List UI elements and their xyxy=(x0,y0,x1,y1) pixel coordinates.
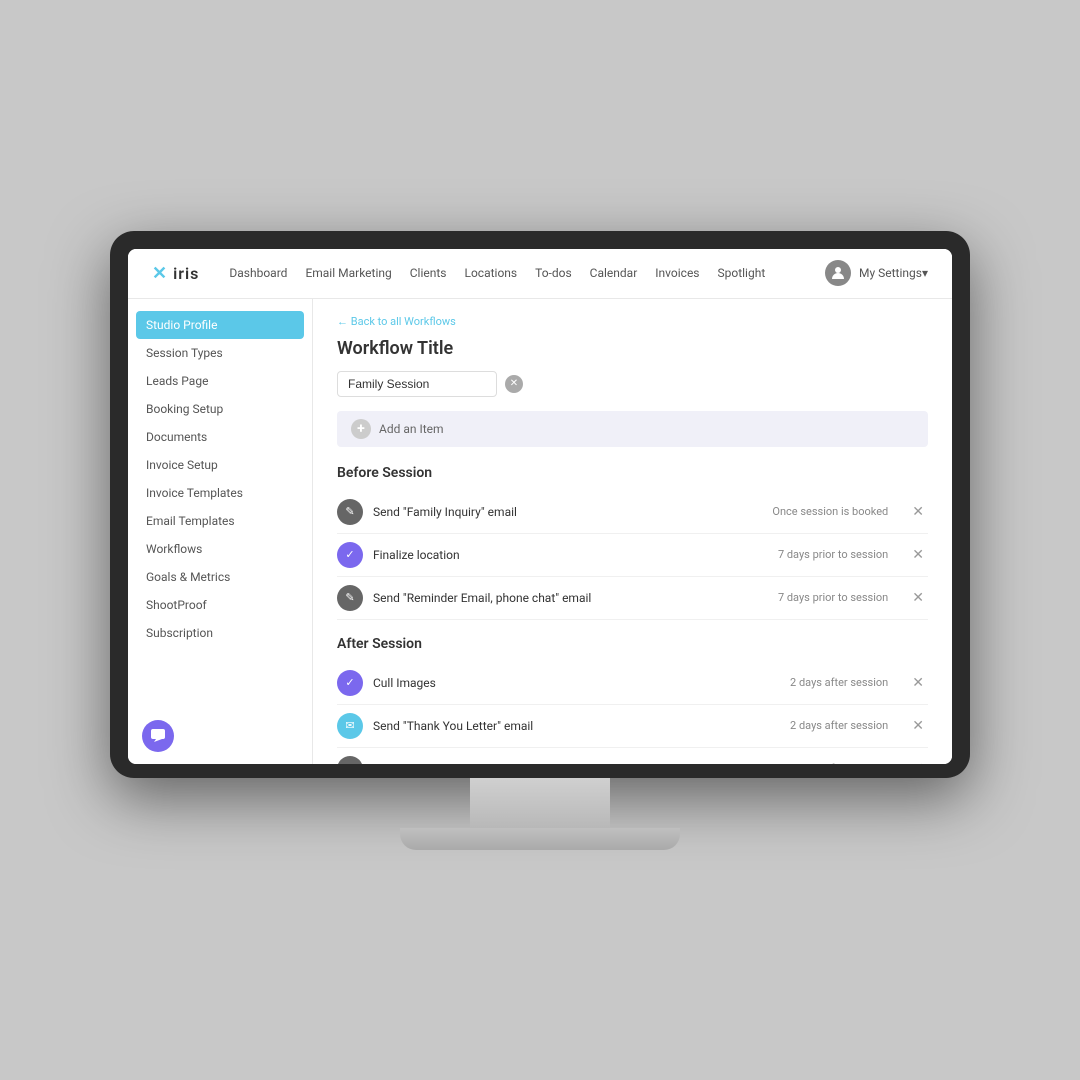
item-label: Send "Reminder Email, phone chat" email xyxy=(373,591,768,605)
item-label: Send "Thank You Letter" email xyxy=(373,719,780,733)
sidebar-item-workflows[interactable]: Workflows xyxy=(128,535,312,563)
nav-locations[interactable]: Locations xyxy=(465,266,518,280)
logo-icon: ✕ xyxy=(152,263,167,284)
page-content: ← Back to all Workflows Workflow Title ✕… xyxy=(313,299,952,764)
page-title: Workflow Title xyxy=(337,338,928,359)
item-timing: 2 days after session xyxy=(790,719,888,732)
before-session-items: ✎ Send "Family Inquiry" email Once sessi… xyxy=(337,491,928,620)
item-icon-email: ✉ xyxy=(337,713,363,739)
sidebar-item-invoice-setup[interactable]: Invoice Setup xyxy=(128,451,312,479)
logo: ✕ iris xyxy=(152,263,199,284)
item-icon-check: ✓ xyxy=(337,542,363,568)
item-timing: 5 days after session xyxy=(790,762,888,764)
sidebar-item-email-templates[interactable]: Email Templates xyxy=(128,507,312,535)
main-content: Studio Profile Session Types Leads Page … xyxy=(128,299,952,764)
add-item-bar[interactable]: + Add an Item xyxy=(337,411,928,447)
item-delete-button[interactable]: ✕ xyxy=(908,718,928,734)
item-label: Send "Newborn Prep Guide" email xyxy=(373,762,780,764)
nav-links: Dashboard Email Marketing Clients Locati… xyxy=(229,266,825,280)
after-session-items: ✓ Cull Images 2 days after session ✕ ✉ S… xyxy=(337,662,928,764)
workflow-item-send-thank-you: ✉ Send "Thank You Letter" email 2 days a… xyxy=(337,705,928,748)
item-icon-edit: ✎ xyxy=(337,499,363,525)
chat-button[interactable] xyxy=(142,720,174,752)
item-label: Send "Family Inquiry" email xyxy=(373,505,762,519)
add-item-label: Add an Item xyxy=(379,422,444,436)
nav-dashboard[interactable]: Dashboard xyxy=(229,266,287,280)
workflow-item-cull-images: ✓ Cull Images 2 days after session ✕ xyxy=(337,662,928,705)
monitor-screen: ✕ iris Dashboard Email Marketing Clients… xyxy=(128,249,952,764)
navbar: ✕ iris Dashboard Email Marketing Clients… xyxy=(128,249,952,299)
nav-right: My Settings▾ xyxy=(825,260,928,286)
monitor-body: ✕ iris Dashboard Email Marketing Clients… xyxy=(110,231,970,778)
item-delete-button[interactable]: ✕ xyxy=(908,675,928,691)
item-delete-button[interactable]: ✕ xyxy=(908,590,928,606)
nav-calendar[interactable]: Calendar xyxy=(590,266,638,280)
clear-workflow-button[interactable]: ✕ xyxy=(505,375,523,393)
sidebar-item-leads-page[interactable]: Leads Page xyxy=(128,367,312,395)
item-delete-button[interactable]: ✕ xyxy=(908,504,928,520)
item-icon-check: ✓ xyxy=(337,670,363,696)
nav-email-marketing[interactable]: Email Marketing xyxy=(305,266,391,280)
back-link[interactable]: ← Back to all Workflows xyxy=(337,315,928,328)
workflow-input-row: ✕ xyxy=(337,371,928,397)
nav-clients[interactable]: Clients xyxy=(410,266,447,280)
sidebar-item-studio-profile[interactable]: Studio Profile xyxy=(136,311,304,339)
sidebar-item-session-types[interactable]: Session Types xyxy=(128,339,312,367)
sidebar-item-invoice-templates[interactable]: Invoice Templates xyxy=(128,479,312,507)
item-label: Finalize location xyxy=(373,548,768,562)
item-timing: 7 days prior to session xyxy=(778,548,888,561)
nav-spotlight[interactable]: Spotlight xyxy=(718,266,766,280)
sidebar-item-booking-setup[interactable]: Booking Setup xyxy=(128,395,312,423)
user-avatar xyxy=(825,260,851,286)
workflow-item-send-newborn-prep: ✎ Send "Newborn Prep Guide" email 5 days… xyxy=(337,748,928,764)
item-icon-edit: ✎ xyxy=(337,756,363,764)
workflow-item-send-reminder: ✎ Send "Reminder Email, phone chat" emai… xyxy=(337,577,928,620)
nav-todos[interactable]: To-dos xyxy=(535,266,572,280)
user-menu-button[interactable]: My Settings▾ xyxy=(859,266,928,280)
monitor-stand-neck xyxy=(470,778,610,828)
monitor-wrapper: ✕ iris Dashboard Email Marketing Clients… xyxy=(110,231,970,850)
item-delete-button[interactable]: ✕ xyxy=(908,547,928,563)
before-session-title: Before Session xyxy=(337,465,928,481)
after-session-title: After Session xyxy=(337,636,928,652)
monitor-stand-base xyxy=(400,828,680,850)
item-timing: 7 days prior to session xyxy=(778,591,888,604)
logo-text: iris xyxy=(173,264,199,283)
item-icon-edit: ✎ xyxy=(337,585,363,611)
sidebar-item-goals-metrics[interactable]: Goals & Metrics xyxy=(128,563,312,591)
add-icon: + xyxy=(351,419,371,439)
workflow-name-input[interactable] xyxy=(337,371,497,397)
sidebar-item-documents[interactable]: Documents xyxy=(128,423,312,451)
sidebar: Studio Profile Session Types Leads Page … xyxy=(128,299,313,764)
sidebar-item-shootproof[interactable]: ShootProof xyxy=(128,591,312,619)
item-delete-button[interactable]: ✕ xyxy=(908,761,928,764)
item-timing: 2 days after session xyxy=(790,676,888,689)
item-timing: Once session is booked xyxy=(772,505,888,518)
workflow-item-finalize-location: ✓ Finalize location 7 days prior to sess… xyxy=(337,534,928,577)
sidebar-item-subscription[interactable]: Subscription xyxy=(128,619,312,647)
workflow-item-send-family-inquiry: ✎ Send "Family Inquiry" email Once sessi… xyxy=(337,491,928,534)
app-container: ✕ iris Dashboard Email Marketing Clients… xyxy=(128,249,952,764)
nav-invoices[interactable]: Invoices xyxy=(655,266,699,280)
item-label: Cull Images xyxy=(373,676,780,690)
